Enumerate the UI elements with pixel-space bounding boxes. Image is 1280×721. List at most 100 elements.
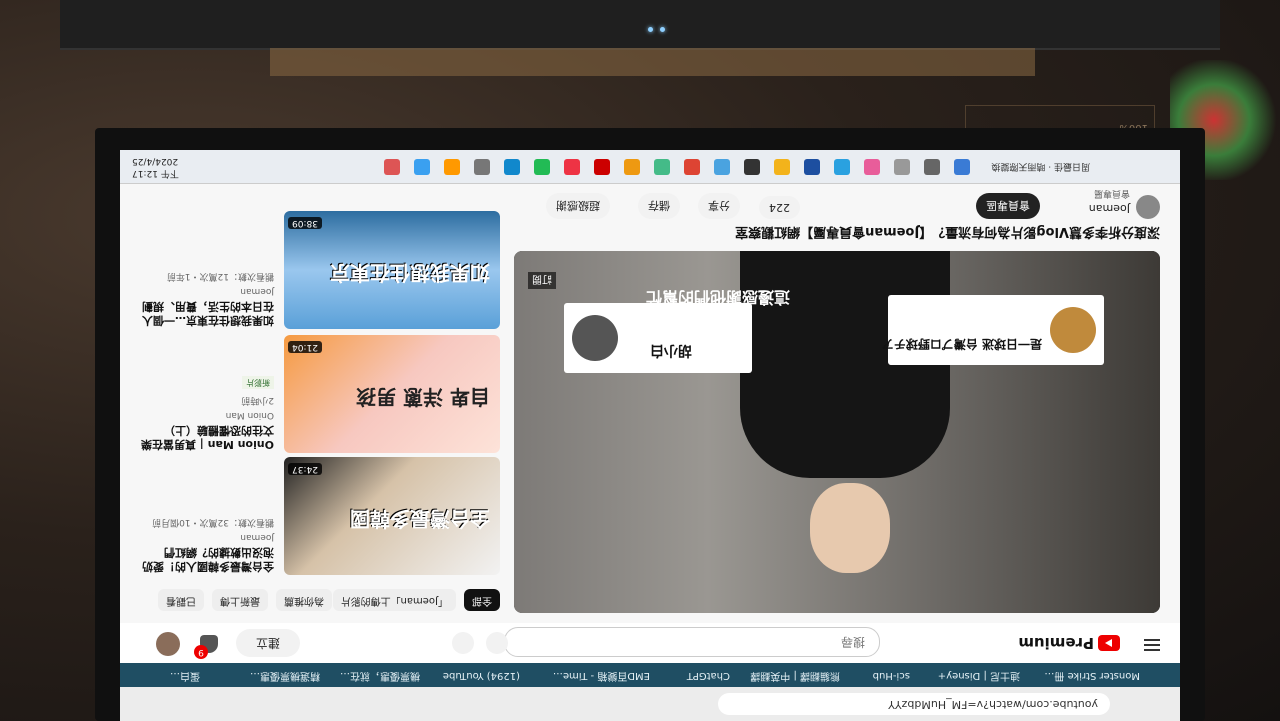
chip-all[interactable]: 全部 (464, 589, 500, 611)
menu-icon[interactable] (1144, 639, 1160, 651)
task-view-icon[interactable] (894, 159, 910, 175)
list-item[interactable]: 如果我想住在東京 38:09 如果我想住在東京…一個人在日本的生活，費用、規劃 … (130, 211, 500, 329)
app-icon[interactable] (804, 159, 820, 175)
bookmark-item[interactable]: ChatGPT (687, 667, 730, 683)
windows-taskbar: 周日最佳 · 晴雨天際變換 下午 12:17 2024/4/25 (120, 150, 1180, 184)
bookmark-item[interactable]: 熊貓翻譯 | 中英翻譯 (750, 667, 840, 683)
rec-views: 觀看次數：12萬次・1年前 (166, 271, 274, 281)
microphone-icon[interactable] (452, 632, 474, 654)
bookmark-item[interactable]: 精選機票優惠… (250, 667, 320, 683)
youtube-header: Premium 搜尋 建立 9 (120, 623, 1180, 663)
rec-views: 2小時前 (241, 395, 274, 405)
folder-icon[interactable] (774, 159, 790, 175)
thumbnail-caption: 如果我想住在東京 (330, 261, 490, 285)
video-meta: Onion Man | 真男當在樂文往的恐懼體驗（上） Onion Man 2小… (134, 376, 274, 451)
line-icon[interactable] (534, 159, 550, 175)
bookmark-item[interactable]: sci-Hub (873, 667, 910, 683)
app-icon[interactable] (744, 159, 760, 175)
channel-avatar[interactable] (1136, 195, 1160, 219)
video-meta: 全台灣最多韓國人的！愛奶泡沒出數據的？網紅們 Joeman 觀看次數：32萬次・… (134, 517, 274, 573)
app-icon[interactable] (714, 159, 730, 175)
card-avatar (572, 315, 618, 361)
filter-chips: 全部 「Joeman」上傳的影片 為你推薦 最新上傳 已觀看 (140, 585, 500, 611)
rec-channel: Joeman (240, 286, 274, 296)
browser-toolbar: youtube.com/watch?v=FM_HuMdbzYY (120, 686, 1180, 721)
youtube-logo[interactable]: Premium (1018, 633, 1120, 653)
list-item[interactable]: 自卑 洋蔥 男孩 21:04 Onion Man | 真男當在樂文往的恐懼體驗（… (130, 335, 500, 453)
premium-label: Premium (1018, 634, 1094, 652)
video-subtitle: 這邊感謝他們的幫忙 (645, 288, 790, 307)
like-button[interactable]: 224 (759, 196, 800, 219)
new-video-tag: 新影片 (242, 376, 274, 389)
duration-badge: 24:37 (288, 463, 322, 475)
thumbnail-caption: 全台灣最多韓國 (350, 507, 490, 531)
app-icon[interactable] (654, 159, 670, 175)
rec-title: Onion Man | 真男當在樂文往的恐懼體驗（上） (140, 424, 274, 451)
search-icon[interactable] (486, 632, 508, 654)
bookmark-item[interactable]: (1294) YouTube (443, 667, 520, 683)
subscribe-watermark[interactable]: 訂閱 (528, 272, 556, 289)
chrome-icon[interactable] (684, 159, 700, 175)
member-button[interactable]: 會員專區 (976, 193, 1040, 219)
avatar[interactable] (156, 632, 180, 656)
opera-icon[interactable] (564, 159, 580, 175)
clock-time: 下午 12:17 (132, 168, 179, 178)
laptop-screen: youtube.com/watch?v=FM_HuMdbzYY Monster … (120, 150, 1180, 721)
instagram-card-left: 是一日球迷 台灣プロ野球チア (882, 295, 1104, 365)
duration-badge: 21:04 (288, 341, 322, 353)
duration-badge: 38:09 (288, 217, 322, 229)
photo-scene: FHD 144Hz ADAPTIVE SYNC sRGB 100% youtub… (0, 0, 1280, 721)
netflix-icon[interactable] (594, 159, 610, 175)
clock[interactable]: 下午 12:17 2024/4/25 (132, 155, 179, 179)
bookmark-item[interactable]: 迪士尼 | Disney+ (938, 667, 1020, 683)
rec-title: 全台灣最多韓國人的！愛奶泡沒出數據的？網紅們 (142, 546, 274, 573)
chip-uploads[interactable]: 「Joeman」上傳的影片 (332, 589, 456, 611)
card-title: 胡小白 (650, 342, 692, 358)
search-icon[interactable] (924, 159, 940, 175)
chip-watched[interactable]: 已觀看 (158, 589, 204, 611)
search-input[interactable]: 搜尋 (504, 627, 880, 657)
bookmark-item[interactable]: EMD百變箱 - Time… (553, 667, 650, 683)
app-icon[interactable] (474, 159, 490, 175)
channel-row: Joeman 會員專屬 會員專區 224 分享 儲存 超級感謝 (514, 188, 1160, 221)
rec-channel: Onion Man (225, 410, 274, 420)
address-bar[interactable]: youtube.com/watch?v=FM_HuMdbzYY (718, 693, 1110, 715)
start-icon[interactable] (954, 159, 970, 175)
app-icon[interactable] (504, 159, 520, 175)
instagram-card-right: 胡小白 (564, 303, 752, 373)
bookmark-item[interactable]: Monster Strike 冊… (1044, 667, 1140, 683)
notification-badge: 9 (194, 645, 208, 659)
video-title: 深度分析李多慧Vlog影片為何有流量？【Joeman會員專屬】網紅觀察室 (735, 224, 1160, 239)
video-player[interactable]: 是一日球迷 台灣プロ野球チア 胡小白 這邊感謝他們的幫忙 訂閱 (514, 251, 1160, 613)
chip-latest[interactable]: 最新上傳 (212, 589, 268, 611)
laptop-lid (60, 0, 1220, 50)
card-avatar (1050, 307, 1096, 353)
upside-down-view: youtube.com/watch?v=FM_HuMdbzYY Monster … (120, 150, 1180, 721)
create-button[interactable]: 建立 (236, 629, 300, 657)
thanks-button[interactable]: 超級感謝 (546, 193, 610, 219)
monitor-edge (270, 48, 1035, 76)
app-icon[interactable] (624, 159, 640, 175)
video-meta: 如果我想住在東京…一個人在日本的生活，費用、規劃 Joeman 觀看次數：12萬… (134, 271, 274, 327)
play-logo-icon (1098, 635, 1120, 651)
share-button[interactable]: 分享 (698, 193, 740, 219)
channel-name[interactable]: Joeman (1089, 202, 1130, 215)
webcam-icon (646, 24, 668, 34)
bookmark-item[interactable]: 蛋白… (170, 667, 200, 683)
weather-widget[interactable]: 周日最佳 · 晴雨天際變換 (991, 161, 1090, 174)
app-icon[interactable] (414, 159, 430, 175)
app-icon[interactable] (384, 159, 400, 175)
channel-note: 會員專屬 (1093, 188, 1130, 198)
rec-channel: Joeman (240, 532, 274, 542)
edge-icon[interactable] (834, 159, 850, 175)
clock-date: 2024/4/25 (132, 156, 179, 166)
app-icon[interactable] (444, 159, 460, 175)
bookmarks-bar: Monster Strike 冊… 迪士尼 | Disney+ sci-Hub … (120, 663, 1180, 687)
rec-views: 觀看次數：32萬次・10個月前 (152, 517, 274, 527)
bookmark-item[interactable]: 機票優惠，就在… (340, 667, 420, 683)
thumbnail-caption: 自卑 洋蔥 男孩 (356, 385, 490, 409)
chip-recommended[interactable]: 為你推薦 (276, 589, 332, 611)
app-icon[interactable] (864, 159, 880, 175)
list-item[interactable]: 全台灣最多韓國 24:37 全台灣最多韓國人的！愛奶泡沒出數據的？網紅們 Joe… (130, 457, 500, 575)
save-button[interactable]: 儲存 (638, 193, 680, 219)
